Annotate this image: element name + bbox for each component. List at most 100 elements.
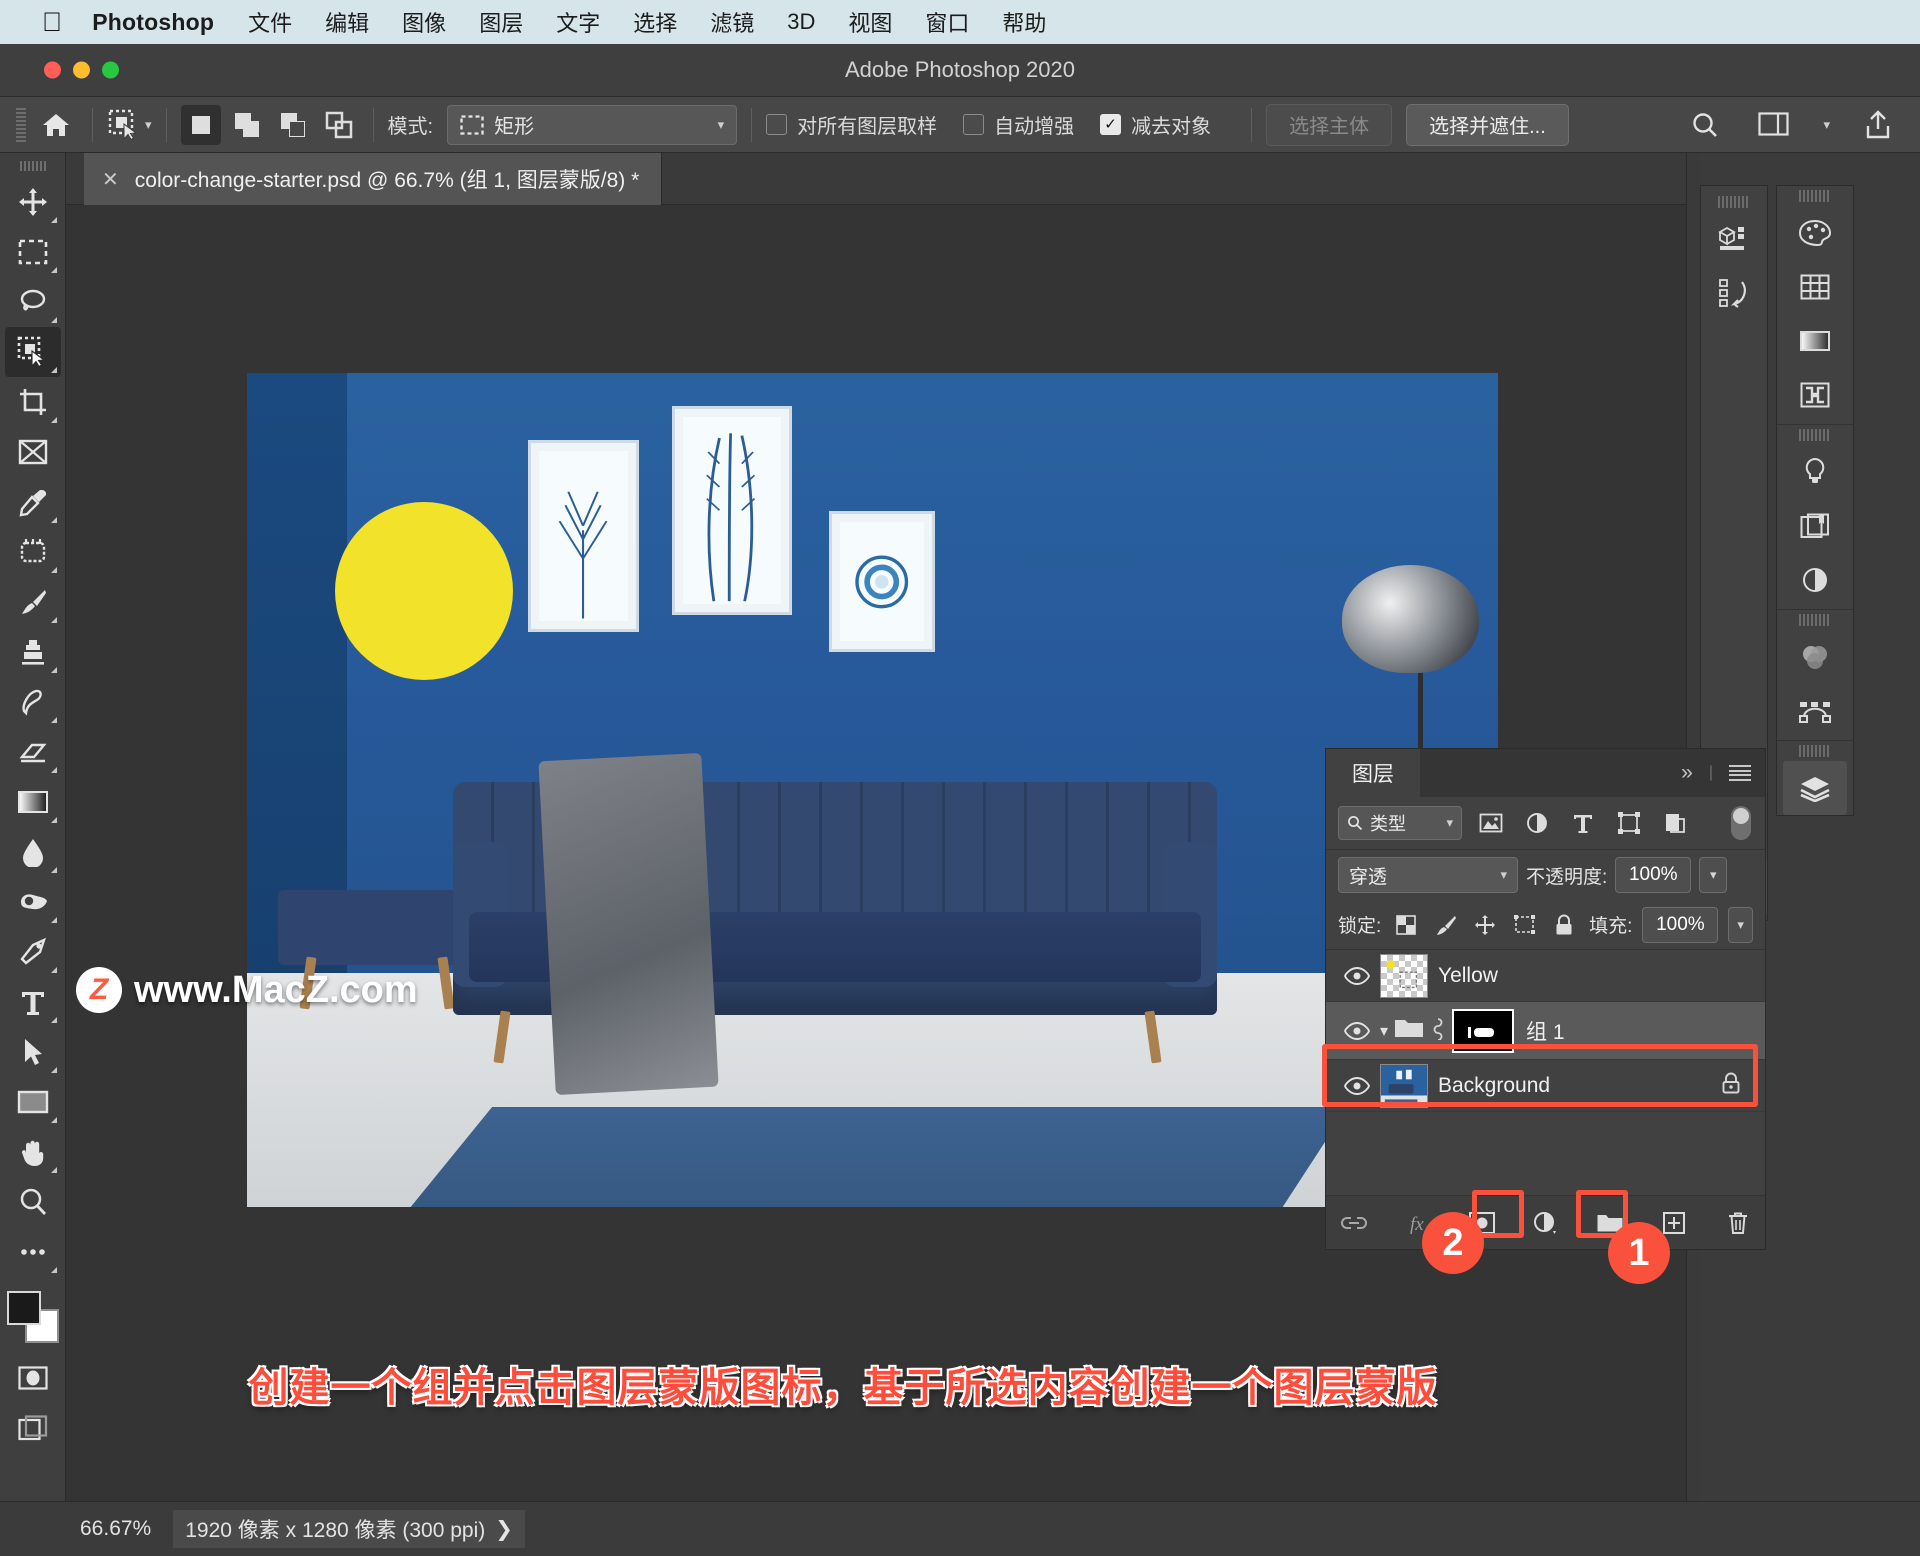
options-bar-grip[interactable] — [16, 107, 26, 142]
3d-panel-icon[interactable] — [1701, 212, 1767, 266]
filter-kind-dropdown[interactable]: 类型 ▾ — [1338, 806, 1462, 840]
document-tab[interactable]: ✕ color-change-starter.psd @ 66.7% (组 1,… — [84, 153, 663, 205]
channels-panel-icon[interactable] — [1777, 630, 1853, 684]
layer-row-yellow[interactable]: Yellow — [1326, 950, 1765, 1002]
layer-thumbnail[interactable] — [1380, 1063, 1428, 1108]
patterns-panel-icon[interactable] — [1777, 368, 1853, 422]
app-name-label[interactable]: Photoshop — [92, 9, 214, 36]
opacity-stepper[interactable]: ▾ — [1699, 857, 1728, 893]
type-layers-filter-icon[interactable] — [1566, 806, 1600, 840]
close-icon[interactable]: ✕ — [102, 167, 119, 192]
chevron-double-right-icon[interactable]: » — [1681, 761, 1693, 785]
checkbox-box[interactable]: ✓ — [1100, 114, 1122, 135]
tools-panel-grip[interactable] — [19, 161, 46, 171]
eraser-tool[interactable] — [5, 727, 61, 777]
checkbox-subtract-object[interactable]: ✓ 减去对象 — [1100, 110, 1211, 139]
checkbox-sample-all-layers[interactable]: 对所有图层取样 — [766, 110, 937, 139]
clone-stamp-tool[interactable] — [5, 627, 61, 677]
menu-item-type[interactable]: 文字 — [556, 6, 600, 38]
chevron-down-icon[interactable]: ▾ — [1446, 815, 1453, 831]
close-window-button[interactable] — [44, 61, 61, 79]
menu-item-view[interactable]: 视图 — [848, 6, 892, 38]
dock-grip[interactable] — [1799, 190, 1831, 202]
fill-value[interactable]: 100% — [1642, 906, 1719, 943]
layer-name[interactable]: Yellow — [1438, 964, 1498, 988]
history-panel-icon[interactable] — [1701, 266, 1767, 320]
hand-tool[interactable] — [5, 1127, 61, 1177]
adjustments-panel-icon[interactable] — [1777, 445, 1853, 499]
panel-menu-icon[interactable] — [1729, 765, 1751, 781]
pixel-layers-filter-icon[interactable] — [1474, 806, 1508, 840]
layer-visibility-icon[interactable] — [1334, 1021, 1380, 1040]
rectangular-marquee-tool[interactable] — [5, 227, 61, 277]
dodge-tool[interactable] — [5, 877, 61, 927]
link-layers-icon[interactable] — [1335, 1206, 1373, 1240]
paths-panel-icon[interactable] — [1777, 684, 1853, 738]
shape-layers-filter-icon[interactable] — [1612, 806, 1646, 840]
chevron-right-icon[interactable]: ❯ — [495, 1517, 513, 1542]
layer-name[interactable]: Background — [1438, 1074, 1550, 1098]
filter-toggle-icon[interactable] — [1731, 806, 1751, 840]
lasso-tool[interactable] — [5, 277, 61, 327]
blend-mode-dropdown[interactable]: 穿透 ▾ — [1338, 857, 1518, 893]
dock-grip[interactable] — [1718, 196, 1750, 208]
delete-layer-icon[interactable] — [1719, 1206, 1757, 1240]
maximize-window-button[interactable] — [102, 61, 119, 79]
menu-item-filter[interactable]: 滤镜 — [710, 6, 754, 38]
home-icon[interactable] — [34, 105, 78, 145]
layers-panel[interactable]: 图层 » | 类型 ▾ 穿透 ▾ 不透明度: 100% ▾ 锁定: 填充: 10… — [1325, 748, 1766, 1250]
workspace-icon[interactable] — [1753, 105, 1797, 145]
yellow-circle-layer[interactable] — [334, 502, 513, 681]
menu-item-layer[interactable]: 图层 — [479, 6, 523, 38]
artboard[interactable] — [247, 373, 1498, 1207]
dock-grip[interactable] — [1799, 614, 1831, 626]
selection-mode-add[interactable] — [227, 105, 267, 145]
path-selection-tool[interactable] — [5, 1027, 61, 1077]
document-size-info[interactable]: 1920 像素 x 1280 像素 (300 ppi) ❯ — [173, 1510, 525, 1548]
checkbox-auto-enhance[interactable]: 自动增强 — [963, 110, 1074, 139]
selection-mode-new[interactable] — [180, 104, 221, 145]
checkbox-box[interactable] — [963, 114, 985, 135]
tab-layers[interactable]: 图层 — [1326, 749, 1420, 797]
layer-name[interactable]: 组 1 — [1526, 1016, 1565, 1046]
blur-tool[interactable] — [5, 827, 61, 877]
history-brush-tool[interactable] — [5, 677, 61, 727]
lock-all-icon[interactable] — [1550, 908, 1580, 942]
crop-tool[interactable] — [5, 377, 61, 427]
checkbox-box[interactable] — [766, 114, 788, 135]
menu-item-image[interactable]: 图像 — [402, 6, 446, 38]
select-subject-button[interactable]: 选择主体 — [1266, 103, 1393, 146]
properties-panel-icon[interactable] — [1777, 553, 1853, 607]
layers-panel-icon[interactable] — [1783, 761, 1847, 815]
move-tool[interactable] — [5, 177, 61, 227]
opacity-value[interactable]: 100% — [1615, 857, 1692, 893]
layer-thumbnail[interactable] — [1380, 953, 1428, 998]
lock-artboard-nesting-icon[interactable] — [1510, 908, 1540, 942]
chevron-down-icon[interactable]: ▾ — [718, 117, 725, 133]
menu-item-edit[interactable]: 编辑 — [325, 6, 369, 38]
horizontal-type-tool[interactable] — [5, 977, 61, 1027]
select-and-mask-button[interactable]: 选择并遮住... — [1406, 103, 1569, 146]
layer-visibility-icon[interactable] — [1334, 1076, 1380, 1095]
frame-tool[interactable] — [5, 427, 61, 477]
lock-image-pixels-icon[interactable] — [1431, 908, 1461, 942]
chevron-down-icon[interactable]: ▾ — [1500, 867, 1507, 883]
layer-row-background[interactable]: Background — [1326, 1060, 1765, 1112]
chevron-down-icon[interactable]: ▾ — [1823, 117, 1830, 133]
adjustment-layers-filter-icon[interactable] — [1520, 806, 1554, 840]
menu-item-help[interactable]: 帮助 — [1002, 6, 1046, 38]
pen-tool[interactable] — [5, 927, 61, 977]
quick-selection-tool[interactable] — [4, 327, 61, 377]
menu-item-select[interactable]: 选择 — [633, 6, 677, 38]
dock-grip[interactable] — [1799, 745, 1831, 757]
active-tool-preset[interactable]: ▾ — [107, 108, 152, 142]
mode-dropdown[interactable]: 矩形 ▾ — [447, 104, 738, 145]
menu-item-3d[interactable]: 3D — [787, 9, 815, 35]
libraries-panel-icon[interactable] — [1777, 499, 1853, 553]
new-adjustment-layer-icon[interactable] — [1527, 1206, 1565, 1240]
minimize-window-button[interactable] — [73, 61, 90, 79]
edit-toolbar-tool[interactable] — [5, 1227, 61, 1277]
lock-position-icon[interactable] — [1470, 908, 1500, 942]
window-controls[interactable] — [44, 61, 119, 79]
group-expand-chevron-down-icon[interactable]: ▾ — [1380, 1021, 1388, 1041]
